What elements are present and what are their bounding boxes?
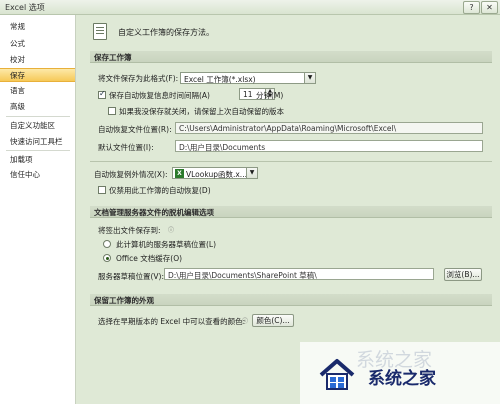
radio-office-cache[interactable]	[103, 254, 111, 262]
sidebar-item-label: 快速访问工具栏	[10, 137, 63, 146]
autorecover-exceptions-label: 自动恢复例外情况(X):	[94, 170, 168, 179]
sidebar-item-proofing[interactable]: 校对	[0, 53, 75, 65]
save-format-label: 将文件保存为此格式(F):	[98, 74, 179, 83]
page-description: 自定义工作簿的保存方法。	[118, 28, 214, 37]
save-format-select[interactable]: Excel 工作簿(*.xlsx) ▼	[180, 72, 316, 84]
title-bar: Excel 选项 ? ✕	[0, 0, 500, 15]
checkout-location-label: 将签出文件保存到:	[98, 226, 161, 235]
section-title: 文档管理服务器文件的脱机编辑选项	[94, 208, 214, 217]
default-location-label: 默认文件位置(I):	[98, 143, 154, 152]
save-format-value: Excel 工作簿(*.xlsx)	[184, 75, 256, 84]
options-sidebar: 常规 公式 校对 保存 语言 高级 自定义功能区 快速访问工具栏 加载项 信任中…	[0, 15, 76, 404]
sidebar-item-quick-access-toolbar[interactable]: 快速访问工具栏	[0, 135, 75, 147]
watermark-logo-text: 系统之家	[368, 369, 436, 389]
sidebar-divider	[6, 116, 70, 117]
autorecover-location-input[interactable]: C:\Users\Administrator\AppData\Roaming\M…	[175, 122, 483, 134]
colors-button[interactable]: 颜色(C)...	[252, 314, 294, 327]
section-save-workbooks: 保存工作簿	[90, 51, 492, 63]
sidebar-item-label: 语言	[10, 86, 25, 95]
section-preserve-appearance: 保留工作簿的外观	[90, 294, 492, 306]
section-offline-editing: 文档管理服务器文件的脱机编辑选项	[90, 206, 492, 218]
server-drafts-location-value: D:\用户目录\Documents\SharePoint 草稿\	[168, 271, 317, 280]
sidebar-item-label: 公式	[10, 39, 25, 48]
sidebar-item-label: 高级	[10, 102, 25, 111]
sidebar-item-language[interactable]: 语言	[0, 84, 75, 96]
sidebar-divider	[6, 150, 70, 151]
minutes-label: 分钟(M)	[256, 91, 284, 100]
info-icon: ⓘ	[242, 318, 249, 325]
autorecover-location-label: 自动恢复文件位置(R):	[98, 125, 172, 134]
window-title: Excel 选项	[5, 3, 45, 12]
section-title: 保留工作簿的外观	[94, 296, 154, 305]
house-logo-icon	[319, 359, 355, 390]
autorecover-exceptions-select[interactable]: X VLookup函数.x... ▼	[172, 167, 258, 179]
info-icon: ⓘ	[168, 227, 175, 234]
excel-workbook-icon: X	[175, 169, 184, 178]
chevron-down-icon: ▼	[246, 168, 257, 178]
default-location-input[interactable]: D:\用户目录\Documents	[175, 140, 483, 152]
sidebar-item-advanced[interactable]: 高级	[0, 100, 75, 112]
excel-options-dialog: Excel 选项 ? ✕ 常规 公式 校对 保存 语言 高级 自定义功能区 快速…	[0, 0, 500, 404]
sidebar-item-general[interactable]: 常规	[0, 20, 75, 32]
disable-autorecover-label: 仅禁用此工作簿的自动恢复(D)	[109, 186, 211, 195]
disable-autorecover-checkbox[interactable]	[98, 186, 106, 194]
autorecover-exceptions-value: VLookup函数.x...	[186, 170, 247, 179]
sidebar-item-label: 保存	[10, 71, 25, 80]
sidebar-item-formulas[interactable]: 公式	[0, 37, 75, 49]
autorecover-label: 保存自动恢复信息时间间隔(A)	[109, 91, 210, 100]
sidebar-item-label: 常规	[10, 22, 25, 31]
server-drafts-location-label: 服务器草稿位置(V):	[98, 272, 165, 281]
browse-button[interactable]: 浏览(B)...	[444, 268, 482, 281]
sidebar-item-add-ins[interactable]: 加载项	[0, 153, 75, 165]
colors-label: 选择在早期版本的 Excel 中可以查看的颜色:	[98, 317, 246, 326]
autorecover-minutes-value: 11	[243, 90, 253, 99]
default-location-value: D:\用户目录\Documents	[179, 143, 266, 152]
sidebar-item-save[interactable]: 保存	[0, 68, 75, 82]
radio-server-drafts[interactable]	[103, 240, 111, 248]
sidebar-item-trust-center[interactable]: 信任中心	[0, 168, 75, 180]
radio-server-drafts-label: 此计算机的服务器草稿位置(L)	[116, 240, 217, 249]
section-title: 保存工作簿	[94, 53, 132, 62]
autorecover-checkbox[interactable]	[98, 89, 106, 99]
close-button[interactable]: ✕	[481, 1, 498, 14]
sidebar-item-label: 自定义功能区	[10, 121, 55, 130]
chevron-down-icon: ▼	[304, 73, 315, 83]
radio-office-cache-label: Office 文档缓存(O)	[116, 254, 183, 263]
autorecover-location-value: C:\Users\Administrator\AppData\Roaming\M…	[179, 124, 397, 133]
sidebar-item-label: 加载项	[10, 155, 33, 164]
sidebar-item-label: 校对	[10, 55, 25, 64]
server-drafts-location-input[interactable]: D:\用户目录\Documents\SharePoint 草稿\	[164, 268, 434, 280]
sidebar-item-label: 信任中心	[10, 170, 40, 179]
keep-last-version-label: 如果我没保存就关闭，请保留上次自动保留的版本	[119, 107, 284, 116]
help-button[interactable]: ?	[463, 1, 480, 14]
keep-last-version-checkbox[interactable]	[108, 107, 116, 115]
save-page-icon	[93, 23, 107, 40]
divider	[90, 161, 492, 162]
sidebar-item-customize-ribbon[interactable]: 自定义功能区	[0, 119, 75, 131]
